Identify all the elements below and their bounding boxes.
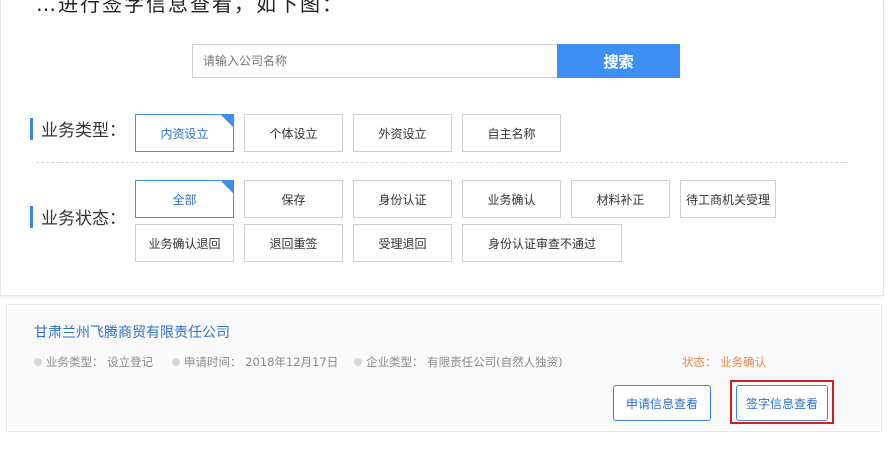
status-option-confirm[interactable]: 业务确认 [462, 180, 561, 218]
business-type-option-geti[interactable]: 个体设立 [244, 114, 343, 152]
meta-enterprise-type: 企业类型： 有限责任公司(自然人独资) [354, 354, 563, 370]
meta-enterprise-type-text: 企业类型： 有限责任公司(自然人独资) [366, 355, 563, 369]
business-type-option-waizi[interactable]: 外资设立 [353, 114, 452, 152]
business-status-label: 业务状态： [30, 204, 126, 229]
status-option-identity[interactable]: 身份认证 [353, 180, 452, 218]
business-type-option-zizhu[interactable]: 自主名称 [462, 114, 561, 152]
status-text: 状态： 业务确认 [682, 355, 767, 369]
business-type-option-neizi[interactable]: 内资设立 [135, 114, 234, 152]
status-option-identity-failed[interactable]: 身份认证审查不通过 [462, 224, 622, 262]
apply-info-button[interactable]: 申请信息查看 [613, 385, 711, 421]
search-input[interactable] [192, 44, 558, 78]
business-type-label-text: 业务类型： [41, 121, 126, 141]
label-accent-bar [30, 117, 33, 140]
business-status-label-text: 业务状态： [41, 209, 126, 229]
label-accent-bar [30, 205, 33, 228]
caption-fragment: …进行签字信息查看，如下图： [36, 0, 344, 16]
clock-icon [172, 358, 180, 366]
meta-business-type-text: 业务类型： 设立登记 [46, 355, 154, 369]
status-option-all[interactable]: 全部 [135, 180, 234, 218]
section-divider [36, 162, 848, 163]
meta-business-type: 业务类型： 设立登记 [34, 354, 153, 370]
meta-apply-time: 申请时间： 2018年12月17日 [172, 354, 338, 370]
company-name-link[interactable]: 甘肃兰州飞腾商贸有限责任公司 [34, 322, 230, 342]
status-option-confirm-returned[interactable]: 业务确认退回 [135, 224, 234, 262]
tag-icon [34, 358, 42, 366]
status-option-supplement[interactable]: 材料补正 [571, 180, 670, 218]
building-icon [354, 358, 362, 366]
status-option-acceptance-returned[interactable]: 受理退回 [353, 224, 452, 262]
signature-info-button[interactable]: 签字信息查看 [736, 385, 828, 421]
status-option-saved[interactable]: 保存 [244, 180, 343, 218]
business-type-label: 业务类型： [30, 116, 126, 141]
status-option-return-resign[interactable]: 退回重签 [244, 224, 343, 262]
search-button[interactable]: 搜索 [557, 44, 680, 78]
meta-apply-time-text: 申请时间： 2018年12月17日 [184, 355, 339, 369]
status-option-pending-acceptance[interactable]: 待工商机关受理 [680, 180, 776, 218]
